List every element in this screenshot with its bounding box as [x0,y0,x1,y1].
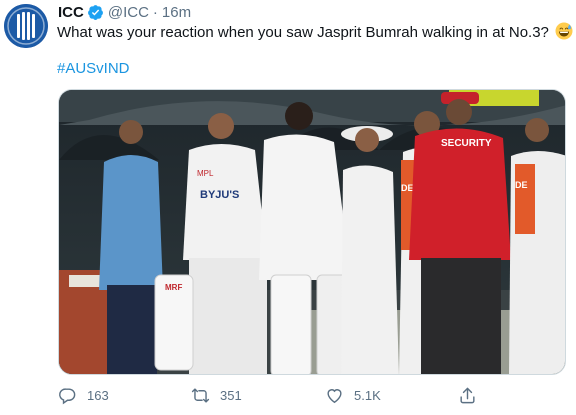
security-label: SECURITY [441,138,492,149]
retweet-icon [191,388,210,403]
shirt-label-right: DE [515,180,528,190]
like-button[interactable]: 5.1K [325,386,381,405]
author-handle[interactable]: @ICC [108,4,149,21]
cricket-photo-illustration: BYJU'S MPL MRF DE SECURITY DE [59,90,565,374]
share-icon [460,387,475,404]
tweet[interactable]: ICC @ICC · 16m What was your reaction wh… [0,0,576,415]
tweet-text-line: What was your reaction when you saw Jasp… [57,22,573,41]
tweet-header: ICC @ICC · 16m [58,2,191,22]
grinning-sweat-emoji-icon [555,22,573,40]
figure-right-edge: DE [509,118,565,374]
reply-button[interactable]: 163 [58,386,109,405]
jersey-sponsor-text: BYJU'S [200,189,239,201]
separator-dot: · [152,3,158,21]
author-name[interactable]: ICC [58,4,84,21]
like-count: 5.1K [354,388,381,403]
icc-logo [4,4,48,48]
timestamp[interactable]: 16m [162,4,191,21]
hashtag-link[interactable]: #AUSvIND [57,60,130,77]
tweet-text: What was your reaction when you saw Jasp… [57,24,549,41]
shirt-label-center: DE [401,183,414,193]
retweet-button[interactable]: 351 [191,386,242,405]
jersey-mpl-text: MPL [197,169,214,178]
heart-icon [327,389,342,404]
reply-icon [59,388,76,405]
tweet-photo[interactable]: BYJU'S MPL MRF DE SECURITY DE [58,89,566,375]
avatar[interactable] [4,4,48,48]
tweet-actions: 163 351 5.1K [58,386,558,408]
reply-count: 163 [87,388,109,403]
verified-badge-icon [87,4,103,20]
share-button[interactable] [458,386,487,405]
pad-brand-text: MRF [165,283,182,292]
retweet-count: 351 [220,388,242,403]
